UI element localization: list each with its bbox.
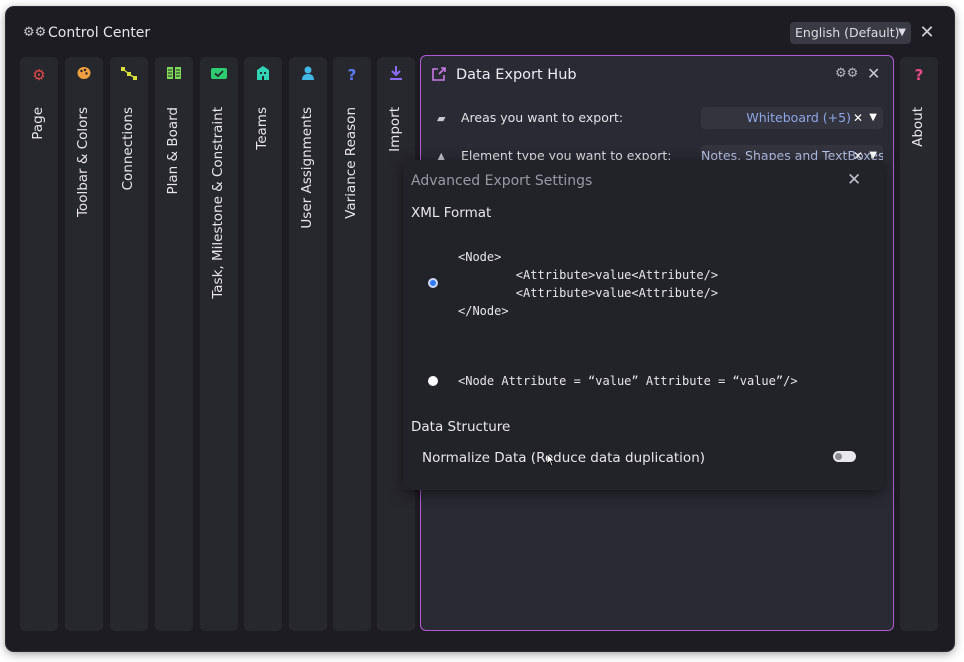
tab-page[interactable]: ⚙ Page	[20, 57, 58, 631]
tab-label: Page	[30, 107, 46, 140]
advanced-export-settings-dialog: Advanced Export Settings ✕ XML Format <N…	[403, 160, 884, 490]
tab-toolbar-colors[interactable]: Toolbar & Colors	[65, 57, 103, 631]
tab-label: User Assignments	[299, 107, 315, 229]
areas-row: ▰ Areas you want to export:	[437, 109, 623, 128]
tab-label: Connections	[120, 107, 136, 191]
toggle-knob	[835, 453, 842, 460]
mouse-cursor-icon	[547, 454, 555, 466]
tab-label: Import	[387, 107, 403, 152]
clear-icon[interactable]: ✕	[853, 107, 863, 129]
map-icon: ▰	[437, 112, 446, 125]
tab-about[interactable]: ? About	[900, 57, 938, 631]
connections-icon	[110, 65, 148, 86]
normalize-data-label: Normalize Data (Reduce data duplication)	[422, 450, 706, 466]
areas-label: Areas you want to export:	[461, 110, 624, 125]
tab-plan-board[interactable]: Plan & Board	[155, 57, 193, 631]
question-icon: ?	[347, 66, 357, 84]
xml-option-nested-radio[interactable]	[428, 278, 438, 288]
xml-option-nested-code: <Node> <Attribute>value<Attribute/> <Att…	[458, 250, 719, 318]
gears-icon: ⚙	[32, 66, 46, 84]
language-select[interactable]: English (Default) ▼	[790, 22, 911, 44]
language-select-value: English (Default)	[795, 25, 900, 40]
tab-user-assignments[interactable]: User Assignments	[289, 57, 327, 631]
download-icon	[377, 65, 415, 86]
dialog-title: Advanced Export Settings	[411, 173, 593, 189]
xml-format-heading: XML Format	[411, 205, 492, 221]
close-window-button[interactable]: ✕	[918, 22, 936, 44]
data-structure-heading: Data Structure	[411, 419, 511, 435]
tab-label: Task, Milestone & Constraint	[210, 107, 226, 299]
areas-select-value: Whiteboard (+5)	[746, 110, 851, 125]
tab-label: Variance Reason	[343, 107, 359, 219]
normalize-data-toggle[interactable]	[833, 451, 856, 462]
tab-task-milestone-constraint[interactable]: Task, Milestone & Constraint	[200, 57, 238, 631]
task-icon	[200, 65, 238, 86]
control-center-window: ⚙⚙ Control Center English (Default) ▼ ✕ …	[6, 7, 954, 651]
tab-label: About	[910, 107, 926, 147]
areas-select[interactable]: Whiteboard (+5) ✕ ▼	[701, 107, 883, 129]
tab-label: Toolbar & Colors	[75, 107, 91, 218]
window-title: Control Center	[48, 25, 151, 41]
export-icon	[431, 66, 447, 86]
user-icon	[289, 65, 327, 86]
gears-icon: ⚙⚙	[23, 25, 47, 40]
xml-option-attributes-code: <Node Attribute = “value” Attribute = “v…	[458, 374, 798, 388]
palette-icon	[65, 65, 103, 86]
xml-option-attributes-radio[interactable]	[428, 376, 438, 386]
chevron-down-icon[interactable]: ▼	[869, 107, 877, 129]
tab-teams[interactable]: Teams	[244, 57, 282, 631]
hub-title: Data Export Hub	[456, 67, 577, 83]
title-bar: ⚙⚙ Control Center English (Default) ▼ ✕	[6, 7, 954, 57]
tab-variance-reason[interactable]: ? Variance Reason	[333, 57, 371, 631]
building-icon	[244, 65, 282, 86]
close-dialog-button[interactable]: ✕	[847, 169, 861, 191]
tab-label: Plan & Board	[165, 107, 181, 195]
chevron-down-icon: ▼	[898, 27, 906, 38]
question-icon: ?	[914, 66, 924, 84]
tab-label: Teams	[254, 107, 270, 150]
gears-icon[interactable]: ⚙⚙	[835, 66, 858, 81]
tab-connections[interactable]: Connections	[110, 57, 148, 631]
close-hub-button[interactable]: ✕	[867, 64, 880, 84]
board-icon	[155, 65, 193, 86]
